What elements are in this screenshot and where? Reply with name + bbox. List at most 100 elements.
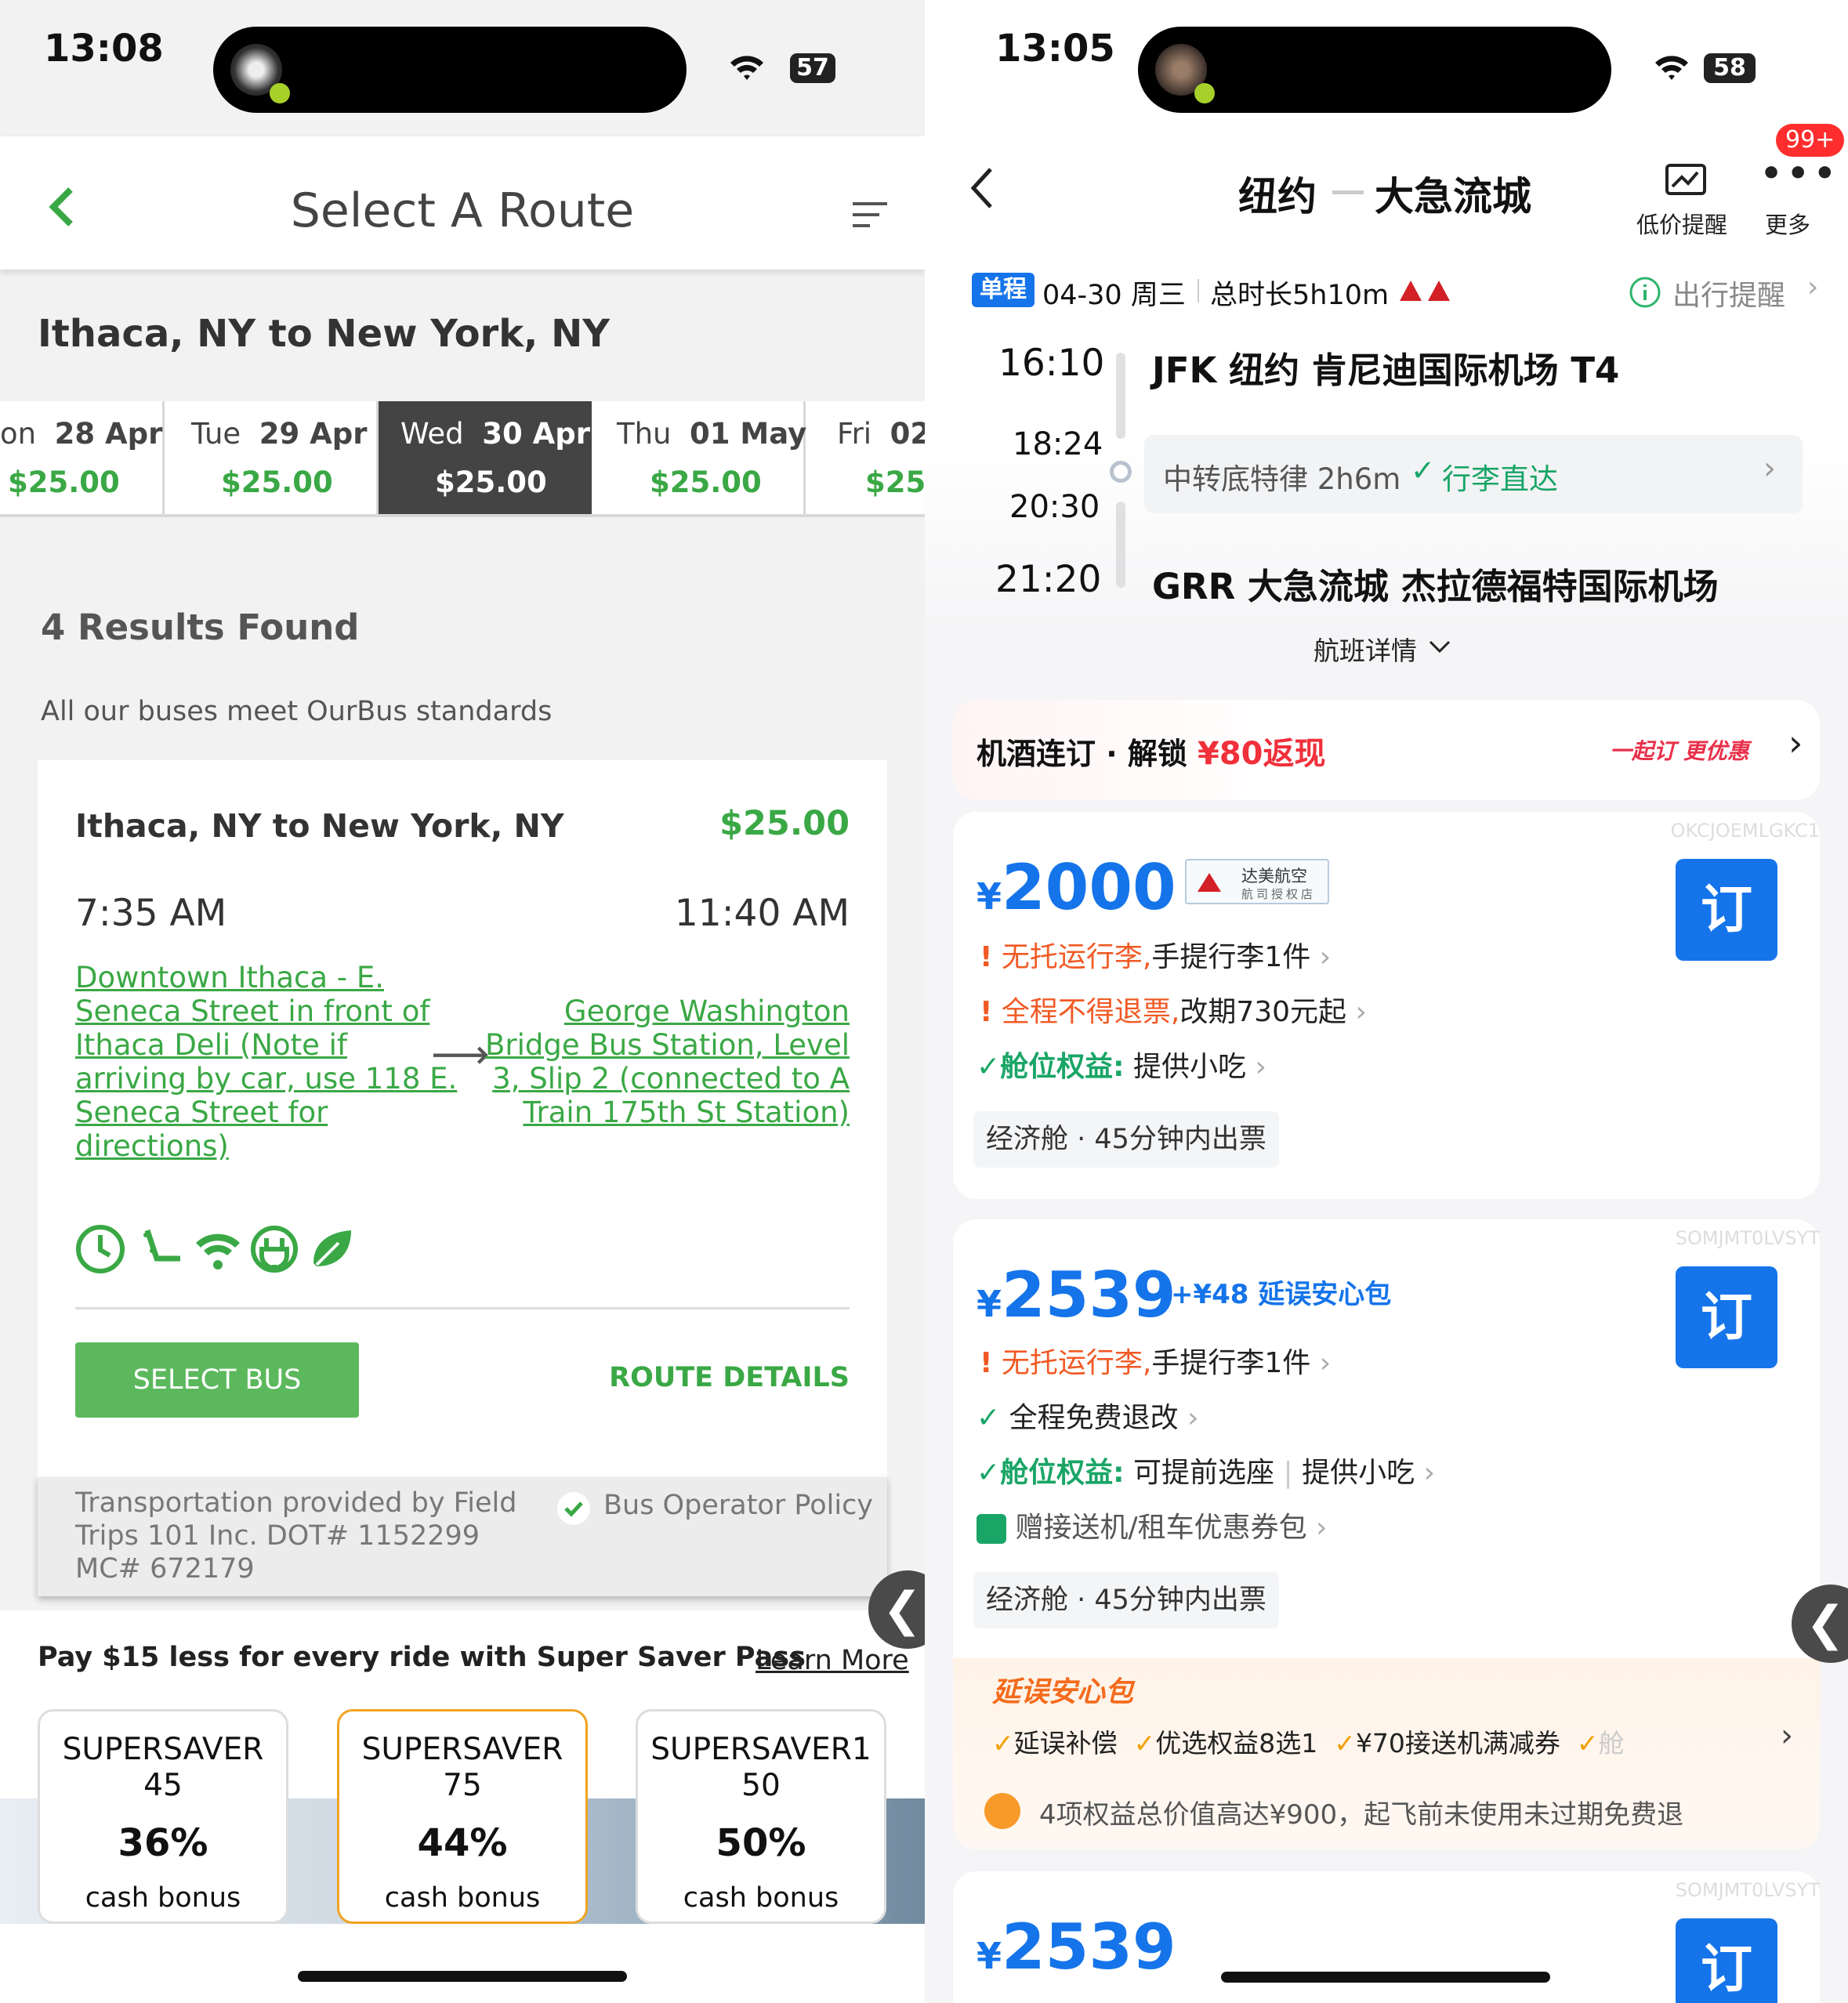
- bundle-text: 机酒连订 · 解锁: [977, 737, 1187, 771]
- book-button[interactable]: 订: [1676, 859, 1777, 961]
- date-day: Wed: [400, 417, 464, 451]
- origin-line: Downtown Ithaca - E.: [75, 961, 385, 994]
- date-tab[interactable]: Fri 02 $25.: [806, 401, 925, 514]
- page-title: Select A Route: [290, 183, 635, 238]
- baggage-through-text: 行李直达: [1442, 462, 1558, 496]
- travel-reminder-link[interactable]: 出行提醒 ›: [1629, 270, 1840, 312]
- bundle-brand-logo: 一起订 更优惠: [1610, 738, 1749, 764]
- fare-price: ¥2539: [977, 1259, 1176, 1331]
- pass-card[interactable]: SUPERSAVER1 50 50% cash bonus: [636, 1709, 886, 1924]
- price-alert-button[interactable]: 低价提醒: [1630, 163, 1732, 238]
- coupon-text: 赠接送机/租车优惠券包: [1015, 1512, 1307, 1544]
- fare-code: SOMJMT0LVSYT: [1675, 1227, 1820, 1249]
- divider: [1198, 279, 1199, 302]
- origin-line: directions): [75, 1129, 229, 1163]
- route-details-button[interactable]: ROUTE DETAILS: [609, 1362, 850, 1393]
- fare-offer-card[interactable]: SOMJMT0LVSYT ¥2539 订: [953, 1871, 1820, 2003]
- date-value: 02: [890, 417, 925, 451]
- layover-info[interactable]: 中转底特律 2h6m ✓ 行李直达 ›: [1144, 435, 1803, 513]
- rule-text: 手提行李1件: [1151, 1347, 1311, 1379]
- book-button[interactable]: 订: [1676, 1918, 1777, 2003]
- date-price: $25.00: [8, 465, 120, 499]
- date-tab[interactable]: on 28 Apr $25.00: [0, 401, 165, 514]
- activity-dot-icon: [270, 83, 290, 103]
- origin-line: Ithaca Deli (Note if: [75, 1028, 347, 1062]
- date-day: Thu: [617, 417, 672, 451]
- date-tab[interactable]: Thu 01 May $25.00: [592, 401, 806, 514]
- rule-text: 手提行李1件: [1151, 941, 1311, 973]
- home-indicator-area: [0, 1924, 925, 2003]
- chevron-right-icon: ›: [1187, 1402, 1199, 1434]
- warn-text: 无托运行李,: [1001, 941, 1152, 973]
- wifi-icon: [196, 1233, 240, 1270]
- dynamic-island: [1138, 27, 1611, 113]
- destination-line: George Washington: [563, 994, 850, 1028]
- flight-details-toggle[interactable]: 航班详情: [1314, 630, 1470, 669]
- standards-note: All our buses meet OurBus standards: [41, 696, 553, 727]
- arrival-time: 21:20: [995, 558, 1102, 601]
- direction-arrow-icon: ⟶: [431, 1031, 490, 1078]
- airline-store-badge: 达美航空 航司授权店: [1185, 859, 1329, 904]
- layover-text: 中转底特律 2h6m: [1163, 462, 1401, 496]
- fare-offer-card[interactable]: SOMJMT0LVSYT ¥2539 +¥48 延误安心包 ! 无托运行李,手提…: [953, 1219, 1820, 1849]
- cabin-benefit[interactable]: ✓舱位权益: 提供小吃 ›: [977, 1044, 1266, 1085]
- chevron-right-icon: ›: [1319, 941, 1332, 973]
- refund-rule[interactable]: ✓ 全程免费退改 ›: [977, 1395, 1199, 1436]
- wifi-icon: [1655, 56, 1688, 80]
- pass-promo-text: Pay $15 less for every ride with Super S…: [38, 1642, 806, 1673]
- book-button[interactable]: 订: [1676, 1266, 1777, 1368]
- delay-protection-title: 延误安心包: [992, 1676, 1134, 1708]
- fare-price: ¥2539: [977, 1911, 1176, 1983]
- benefit-key: 舱位权益:: [1000, 1457, 1125, 1489]
- benefit-item: 舱: [1598, 1728, 1625, 1759]
- airline-logo-icon: [1198, 873, 1221, 892]
- filter-icon[interactable]: [848, 201, 890, 232]
- coupon-pack[interactable]: 赠接送机/租车优惠券包 ›: [977, 1505, 1327, 1545]
- delay-protection-items: ✓延误补偿 ✓优选权益8选1 ✓¥70接送机满减券 ✓舱: [992, 1728, 1625, 1759]
- trip-card: Ithaca, NY to New York, NY $25.00 7:35 A…: [38, 760, 887, 1477]
- cabin-benefit[interactable]: ✓舱位权益: 可提前选座 | 提供小吃 ›: [977, 1450, 1435, 1490]
- chevron-right-icon: ›: [1781, 1718, 1793, 1754]
- arrive-time: 11:40 AM: [674, 892, 850, 935]
- more-button[interactable]: ••• 更多: [1756, 154, 1835, 238]
- hotel-bundle-banner[interactable]: 机酒连订 · 解锁 ¥80返现 一起订 更优惠 ›: [953, 700, 1820, 800]
- benefit-item: ¥70接送机满减券: [1355, 1728, 1560, 1759]
- operator-policy-link[interactable]: Bus Operator Policy: [556, 1485, 886, 1525]
- home-indicator[interactable]: [1221, 1972, 1550, 1983]
- benefit-text: 提供小吃: [1302, 1457, 1415, 1489]
- bundle-cashback: ¥80返现: [1198, 736, 1326, 772]
- legroom-icon: [143, 1229, 180, 1262]
- select-bus-button[interactable]: SELECT BUS: [75, 1342, 359, 1418]
- delay-protection-panel[interactable]: 延误安心包 ✓延误补偿 ✓优选权益8选1 ✓¥70接送机满减券 ✓舱 › 4项权…: [953, 1658, 1820, 1849]
- baggage-rule[interactable]: ! 无托运行李,手提行李1件 ›: [980, 1340, 1331, 1381]
- destination-stop-link[interactable]: George Washington Bridge Bus Station, Le…: [485, 994, 850, 1129]
- fare-code: OKCJOEMLGKC1: [1670, 820, 1820, 842]
- origin-stop-link[interactable]: Downtown Ithaca - E. Seneca Street in fr…: [75, 961, 457, 1163]
- learn-more-link[interactable]: Learn More: [756, 1645, 909, 1676]
- pass-section: Pay $15 less for every ride with Super S…: [0, 1610, 925, 1924]
- date-tab[interactable]: Tue 29 Apr $25.00: [165, 401, 379, 514]
- pass-card[interactable]: SUPERSAVER 45 36% cash bonus: [38, 1709, 288, 1924]
- route-arrow-icon: [1332, 190, 1364, 194]
- delay-protection-note: 4项权益总价值高达¥900，起飞前未使用未过期免费退: [1039, 1799, 1684, 1831]
- date-day: Fri: [837, 417, 872, 451]
- home-indicator[interactable]: [298, 1971, 627, 1982]
- trip-duration: 总时长5h10m: [1210, 280, 1390, 311]
- baggage-rule[interactable]: ! 无托运行李,手提行李1件 ›: [980, 934, 1331, 975]
- price-alert-label: 低价提醒: [1636, 212, 1728, 238]
- refund-rule[interactable]: ! 全程不得退票,改期730元起 ›: [980, 989, 1367, 1030]
- pass-bonus-label: cash bonus: [384, 1882, 541, 1914]
- pass-card-highlighted[interactable]: SUPERSAVER 75 44% cash bonus: [337, 1709, 588, 1924]
- benefit-key: 舱位权益:: [1000, 1051, 1125, 1083]
- origin-line: Seneca Street in front of: [75, 994, 430, 1028]
- dynamic-island: [213, 27, 687, 113]
- benefit-text: 可提前选座: [1133, 1457, 1275, 1489]
- date-tab-selected[interactable]: Wed 30 Apr $25.00: [379, 401, 592, 514]
- date-day: on: [0, 417, 37, 451]
- rule-text: 全程免费退改: [1009, 1402, 1179, 1434]
- fare-offer-card[interactable]: OKCJOEMLGKC1 ¥2000 达美航空 航司授权店 ! 无托运行李,手提…: [953, 812, 1820, 1199]
- price-chart-icon: [1665, 164, 1706, 195]
- policy-label: Bus Operator Policy: [603, 1490, 874, 1521]
- battery-icon: 57: [790, 53, 835, 83]
- flight-app-screen: 13:05 58 99+ 纽约 大急流城 低价提醒 ••• 更多 单程 04-3…: [925, 0, 1848, 2003]
